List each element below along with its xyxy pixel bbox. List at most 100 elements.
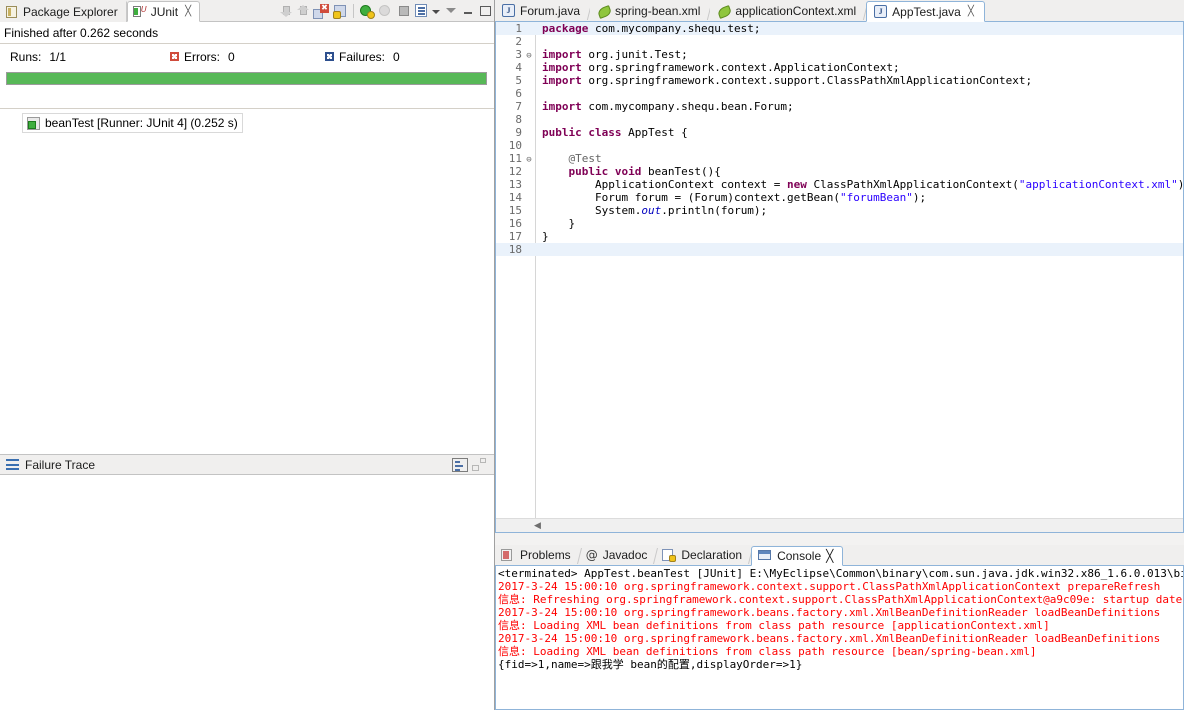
console-output[interactable]: <terminated> AppTest.beanTest [JUnit] E:…: [495, 566, 1184, 710]
junit-icon: U: [132, 5, 147, 18]
code-text: public class AppTest {: [542, 126, 688, 139]
scroll-left-icon[interactable]: ◀: [534, 520, 541, 531]
tab-console[interactable]: Console ╳: [751, 546, 844, 566]
tab-javadoc[interactable]: @ Javadoc: [580, 545, 657, 565]
tab-problems-label: Problems: [520, 548, 571, 562]
code-line[interactable]: 8: [496, 113, 1183, 126]
line-number: 16: [508, 217, 522, 230]
code-line[interactable]: 5 import org.springframework.context.supp…: [496, 74, 1183, 87]
show-failures-only-icon[interactable]: ✖: [313, 3, 329, 19]
counter-runs-value: 1/1: [49, 49, 67, 64]
tab-apptest-java[interactable]: J AppTest.java ╳: [866, 1, 985, 22]
tab-junit[interactable]: U JUnit ╳: [126, 1, 201, 22]
tab-declaration[interactable]: Declaration: [656, 545, 751, 565]
tab-spring-bean-xml[interactable]: spring-bean.xml: [590, 0, 711, 21]
code-editor[interactable]: 1 package com.mycompany.shequ.test; 2 3 ⊖ imp…: [495, 22, 1184, 533]
code-text: @Test: [568, 152, 602, 165]
line-number: 13: [508, 178, 522, 191]
line-number: 12: [508, 165, 522, 178]
code-text: import com.mycompany.shequ.bean.Forum;: [542, 100, 794, 113]
code-line[interactable]: 13 ApplicationContext context = new Clas…: [496, 178, 1183, 191]
code-text: import org.junit.Test;: [542, 48, 688, 61]
javadoc-icon: @: [585, 548, 598, 562]
code-text: import org.springframework.context.suppo…: [542, 74, 1033, 87]
lock-scroll-icon[interactable]: [332, 4, 348, 19]
rerun-test-icon[interactable]: [359, 4, 375, 19]
junit-test-tree[interactable]: beanTest [Runner: JUnit 4] (0.252 s): [0, 108, 494, 453]
code-line[interactable]: 1 package com.mycompany.shequ.test;: [496, 22, 1183, 35]
failure-trace-title: Failure Trace: [25, 457, 96, 472]
restore-icon[interactable]: [461, 5, 475, 17]
console-icon: [758, 550, 772, 562]
console-line: 信息: Refreshing org.springframework.conte…: [498, 593, 1184, 606]
tab-console-label: Console: [777, 549, 822, 563]
junit-progress-wrapper: [0, 69, 494, 87]
code-line[interactable]: 2: [496, 35, 1183, 48]
code-text: Forum forum = (Forum)context.getBean("fo…: [542, 191, 927, 204]
failure-marker-icon: [325, 52, 334, 61]
code-text: import org.springframework.context.Appli…: [542, 61, 900, 74]
package-explorer-icon: [6, 5, 19, 19]
code-line[interactable]: 7 import com.mycompany.shequ.bean.Forum;: [496, 100, 1183, 113]
code-line[interactable]: 17}: [496, 230, 1183, 243]
list-item[interactable]: beanTest [Runner: JUnit 4] (0.252 s): [22, 113, 243, 133]
junit-progress-fill: [7, 73, 486, 84]
counter-failures: Failures: 0: [325, 50, 400, 64]
tab-application-context-xml[interactable]: applicationContext.xml: [710, 0, 867, 21]
code-scroll-area[interactable]: 1 package com.mycompany.shequ.test; 2 3 ⊖ imp…: [496, 22, 1183, 518]
counter-errors: Errors: 0: [170, 50, 325, 64]
line-number: 3: [515, 48, 522, 61]
tab-declaration-label: Declaration: [681, 548, 743, 562]
console-line: {fid=>1,name=>跟我学 bean的配置,displayOrder=>…: [498, 658, 803, 671]
compare-result-icon[interactable]: [472, 458, 486, 471]
line-number: 9: [515, 126, 522, 139]
line-number: 1: [515, 22, 522, 35]
code-line[interactable]: 14 Forum forum = (Forum)context.getBean(…: [496, 191, 1183, 204]
code-line[interactable]: 12 public void beanTest(){: [496, 165, 1183, 178]
declaration-icon: [662, 548, 677, 562]
view-menu-icon[interactable]: [432, 5, 441, 17]
code-line[interactable]: 18: [496, 243, 1183, 256]
close-icon[interactable]: ╳: [968, 6, 974, 17]
java-file-icon: J: [874, 5, 888, 18]
failure-trace-icon: [6, 459, 19, 470]
editor-horizontal-scrollbar[interactable]: ◀: [496, 518, 1183, 532]
tab-package-explorer[interactable]: Package Explorer: [0, 1, 127, 22]
show-next-failure-icon[interactable]: [279, 4, 293, 18]
test-tree-label: beanTest [Runner: JUnit 4] (0.252 s): [45, 116, 238, 130]
line-number: 8: [515, 113, 522, 126]
code-lines[interactable]: 1 package com.mycompany.shequ.test; 2 3 ⊖ imp…: [496, 22, 1183, 256]
failure-trace-content[interactable]: [0, 475, 494, 710]
test-pass-icon: [27, 116, 40, 130]
close-icon[interactable]: ╳: [826, 549, 833, 563]
tab-apptest-java-label: AppTest.java: [892, 4, 961, 19]
code-line[interactable]: 6: [496, 87, 1183, 100]
code-line[interactable]: 16 }: [496, 217, 1183, 230]
code-line[interactable]: 3 ⊖ import org.junit.Test;: [496, 48, 1183, 61]
junit-status-text: Finished after 0.262 seconds: [0, 22, 494, 44]
console-tab-bar: Problems @ Javadoc Declaration Console ╳: [495, 545, 1184, 566]
view-tab-bar: Package Explorer U JUnit ╳ ✖: [0, 0, 494, 22]
junit-view-toolbar: ✖: [279, 2, 492, 20]
code-line[interactable]: 10: [496, 139, 1183, 152]
code-text: package com.mycompany.shequ.test;: [542, 22, 761, 35]
tab-problems[interactable]: Problems: [495, 545, 580, 565]
filter-stack-trace-icon[interactable]: [452, 457, 468, 472]
junit-progress-bar: [6, 72, 487, 85]
code-text: public void beanTest(){: [568, 165, 721, 178]
test-run-history-icon[interactable]: [414, 4, 429, 18]
maximize-icon[interactable]: [478, 5, 492, 17]
code-line[interactable]: 15 System.out.println(forum);: [496, 204, 1183, 217]
code-line[interactable]: 9 public class AppTest {: [496, 126, 1183, 139]
tab-forum-java[interactable]: J Forum.java: [495, 0, 591, 21]
code-line[interactable]: 11 ⊖ @Test: [496, 152, 1183, 165]
rerun-test-failures-icon[interactable]: [378, 4, 394, 19]
close-icon[interactable]: ╳: [185, 6, 191, 17]
minimize-icon[interactable]: [444, 5, 458, 17]
junit-view-panel: Package Explorer U JUnit ╳ ✖ Finished af…: [0, 0, 495, 710]
junit-counters: Runs: 1/1 Errors: 0 Failures: 0: [0, 44, 494, 69]
show-previous-failure-icon[interactable]: [296, 4, 310, 18]
code-line[interactable]: 4 import org.springframework.context.Appl…: [496, 61, 1183, 74]
stop-icon[interactable]: [397, 4, 411, 18]
failure-trace-header: Failure Trace: [0, 454, 494, 475]
